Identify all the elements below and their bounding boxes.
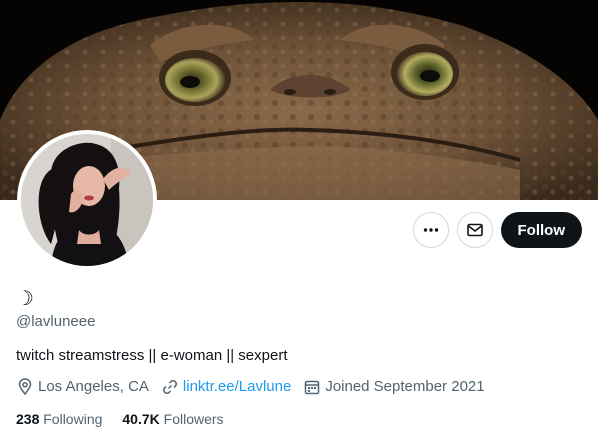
- profile-page: Follow ☽ @lavluneee twitch streamstress …: [0, 0, 598, 428]
- website-link[interactable]: linktr.ee/Lavlune: [183, 377, 291, 397]
- joined-text: Joined September 2021: [325, 378, 485, 395]
- link-icon: [162, 380, 177, 394]
- profile-actions: Follow: [412, 212, 582, 248]
- followers-link[interactable]: 40.7K Followers: [122, 410, 223, 428]
- display-name: ☽: [16, 288, 34, 310]
- message-button[interactable]: [456, 212, 493, 248]
- follow-button[interactable]: Follow: [500, 212, 582, 248]
- profile-avatar[interactable]: [17, 130, 157, 270]
- location-text: Los Angeles, CA: [38, 378, 149, 395]
- following-label: Following: [43, 411, 103, 427]
- profile-bio: twitch streamstress || e-woman || sexper…: [16, 347, 288, 364]
- joined-item: Joined September 2021: [303, 377, 485, 397]
- username-handle: @lavluneee: [16, 313, 96, 330]
- follow-stats: 238 Following 40.7K Followers: [16, 410, 244, 428]
- location-pin-icon: [18, 378, 32, 396]
- following-link[interactable]: 238 Following: [16, 410, 102, 428]
- more-horizontal-icon: [423, 228, 438, 232]
- followers-count: 40.7K: [122, 411, 160, 427]
- calendar-icon: [305, 380, 320, 395]
- followers-label: Followers: [163, 411, 224, 427]
- location-item: Los Angeles, CA: [16, 377, 149, 397]
- more-options-button[interactable]: [412, 212, 449, 248]
- website-item: linktr.ee/Lavlune: [161, 377, 291, 397]
- envelope-icon: [466, 223, 483, 237]
- following-count: 238: [16, 411, 40, 427]
- profile-meta: Los Angeles, CA linktr.ee/Lavlune Joined…: [16, 377, 497, 397]
- avatar-photo: [21, 134, 153, 266]
